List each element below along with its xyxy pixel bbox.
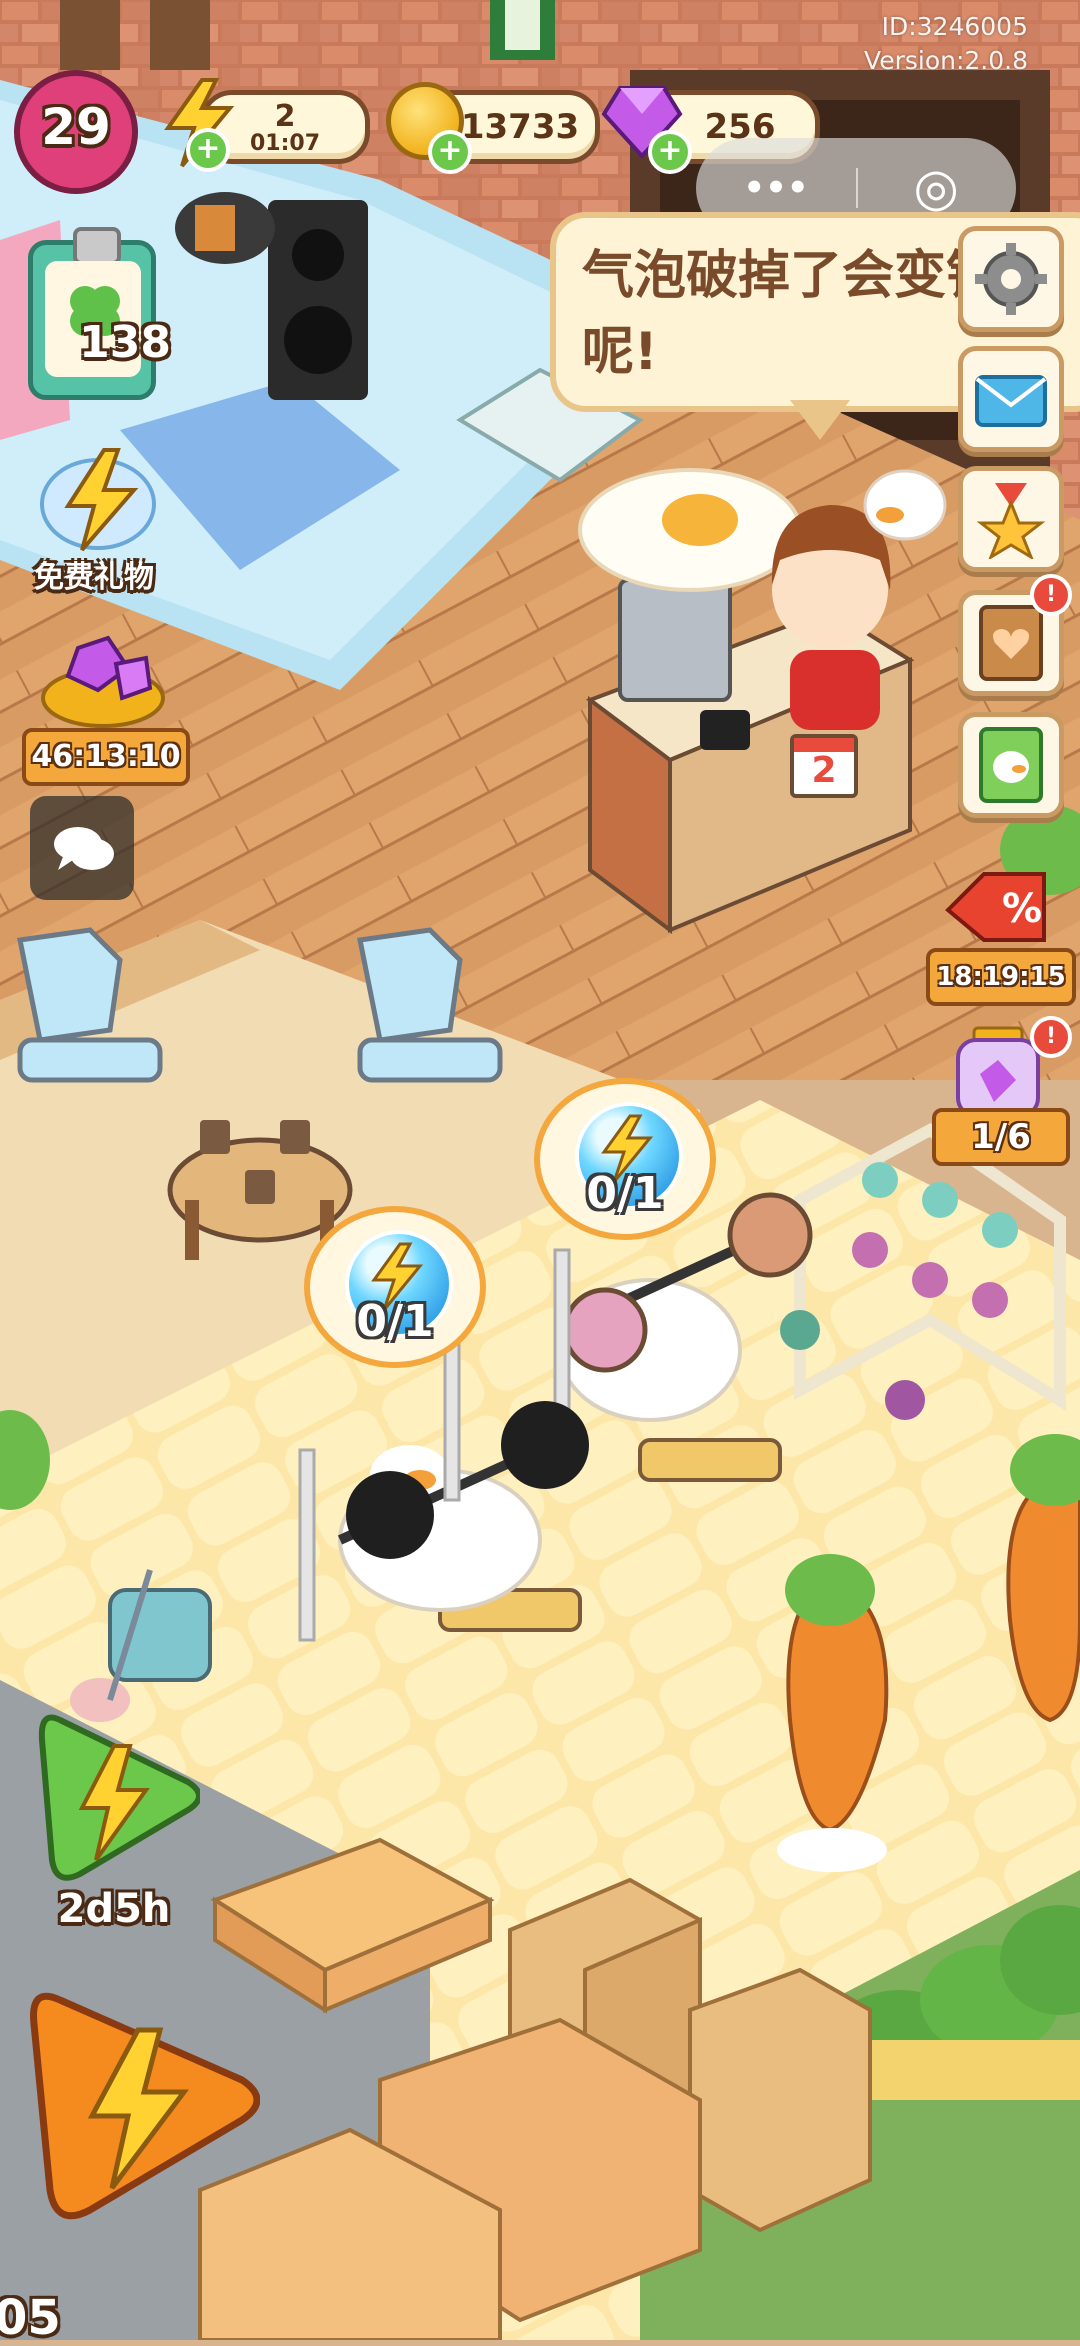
gem-offer-button[interactable]: 46:13:10 — [22, 628, 190, 786]
orange-boost-button[interactable] — [20, 1980, 261, 2240]
gem-jar-notification-badge: ! — [1030, 1016, 1072, 1058]
settings-button[interactable] — [958, 226, 1064, 332]
free-gift-label: 免费礼物 — [34, 560, 154, 595]
gem-pile-icon — [38, 628, 168, 732]
duck-book-icon — [979, 727, 1043, 803]
game-scene: ID:3246005 Version:2.0.8 29 2 01:07 + 13… — [0, 0, 1080, 2346]
speech-bubble-tail — [790, 400, 850, 440]
gift-lightning-icon — [38, 444, 158, 558]
duck-book-button[interactable] — [958, 712, 1064, 818]
envelope-icon — [975, 375, 1047, 427]
heart-book-icon — [979, 605, 1043, 681]
desk-calendar-day: 2 — [811, 750, 837, 791]
favorites-notification-badge: ! — [1030, 574, 1072, 616]
build-version: Version:2.0.8 — [864, 46, 1028, 75]
coin-add-button[interactable]: + — [428, 130, 472, 174]
player-level-badge[interactable]: 29 — [14, 70, 138, 194]
sale-offer-timer: 18:19:15 — [926, 948, 1076, 1006]
sale-offer-button[interactable]: % 18:19:15 — [926, 870, 1076, 1006]
level-number: 29 — [41, 98, 111, 156]
free-gift-button[interactable]: 免费礼物 — [14, 444, 174, 595]
achievement-button[interactable] — [958, 466, 1064, 572]
svg-text:%: % — [1002, 886, 1042, 932]
chat-bubble-icon — [52, 824, 116, 880]
energy-bubble-count: 0/1 — [586, 1168, 664, 1219]
gear-icon — [975, 243, 1047, 315]
energy-bubble-1[interactable]: 0/1 — [304, 1206, 486, 1368]
chat-button[interactable] — [30, 796, 134, 900]
energy-bubble-2[interactable]: 0/1 — [534, 1078, 716, 1240]
build-id: ID:3246005 — [881, 12, 1028, 41]
star-medal-icon — [976, 483, 1046, 559]
orange-triangle-lightning-icon — [30, 1992, 261, 2220]
build-info: ID:3246005 Version:2.0.8 — [864, 10, 1028, 78]
gem-jar-progress: 1/6 — [932, 1108, 1070, 1166]
green-triangle-lightning-icon — [38, 1714, 200, 1881]
task-clipboard-button[interactable]: 138 — [28, 227, 171, 400]
gem-add-button[interactable]: + — [648, 130, 692, 174]
clipboard-count: 138 — [79, 317, 171, 368]
green-boost-timer: 2d5h — [57, 1886, 171, 1932]
gem-jar-button[interactable]: ! 1/6 — [926, 1016, 1072, 1166]
clipboard-clip-icon — [73, 227, 121, 265]
mail-button[interactable] — [958, 346, 1064, 452]
energy-bubble-count: 0/1 — [356, 1296, 434, 1347]
bottom-corner-counter: 05 — [0, 2290, 61, 2346]
speech-bubble-text: 气泡破掉了会变钱呢! — [582, 246, 999, 382]
energy-add-button[interactable]: + — [186, 128, 230, 172]
gem-offer-timer: 46:13:10 — [22, 728, 190, 786]
desk-calendar: 2 — [790, 734, 858, 798]
discount-tag-icon: % — [944, 870, 1050, 960]
green-boost-button[interactable]: 2d5h — [24, 1710, 204, 1940]
